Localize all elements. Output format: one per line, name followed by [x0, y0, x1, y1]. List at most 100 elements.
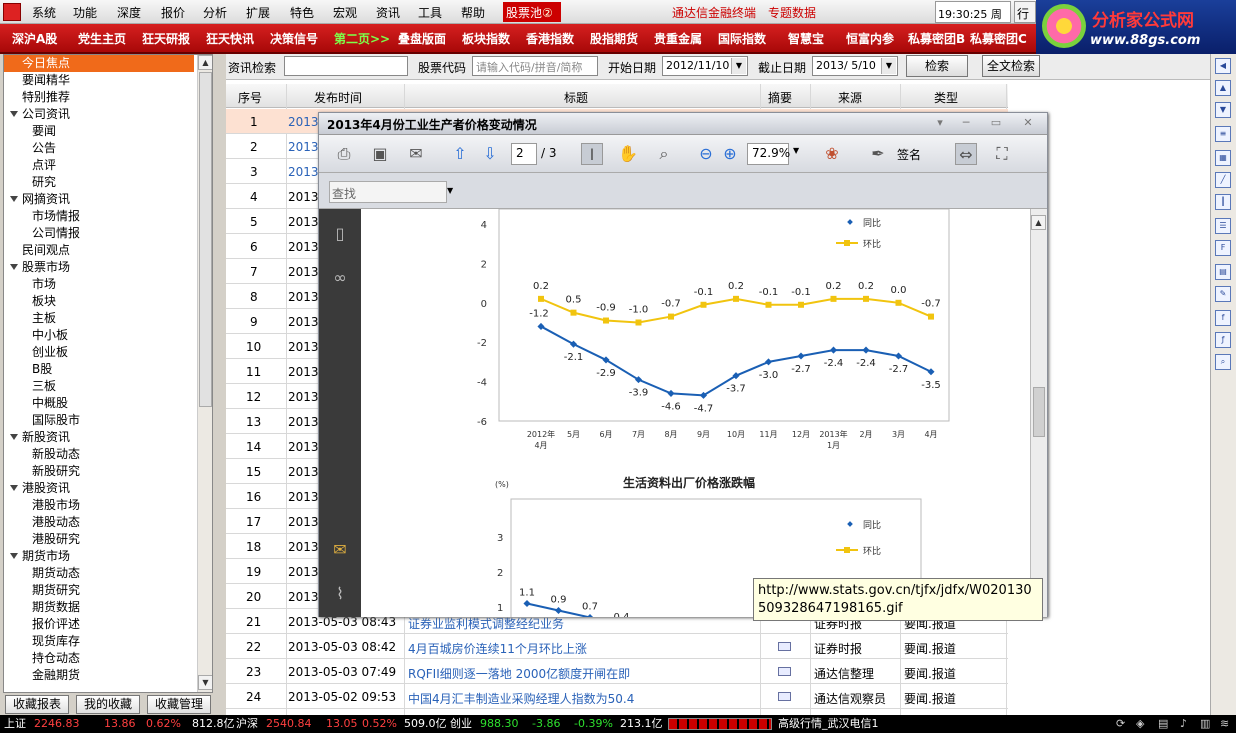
- my-fav-button[interactable]: 我的收藏: [76, 695, 140, 714]
- expand-arrow-icon[interactable]: [10, 553, 18, 559]
- arrow-up-icon[interactable]: ▲: [1215, 80, 1231, 96]
- mail-icon[interactable]: [778, 642, 791, 651]
- nav-item[interactable]: 叠盘版面: [398, 30, 446, 47]
- nav-item[interactable]: 狂天研报: [142, 30, 190, 47]
- print-icon[interactable]: ⎙: [333, 143, 355, 165]
- find-dropdown-icon[interactable]: ▼: [447, 186, 453, 195]
- chart-status-icon[interactable]: ▤: [1158, 715, 1168, 733]
- nav-item[interactable]: 决策信号: [270, 30, 318, 47]
- stock-pool-menu[interactable]: 股票池②: [503, 2, 561, 22]
- report-icon[interactable]: ≡: [1215, 126, 1231, 142]
- formula-icon[interactable]: f: [1215, 310, 1231, 326]
- nav-item[interactable]: 狂天快讯: [206, 30, 254, 47]
- menu-item[interactable]: 扩展: [246, 4, 270, 21]
- menu-item[interactable]: 分析: [203, 4, 227, 21]
- menu-item[interactable]: 功能: [73, 4, 97, 21]
- expand-arrow-icon[interactable]: [10, 264, 18, 270]
- cell-title[interactable]: 证券业监利模式调整经纪业务: [408, 615, 564, 632]
- minimize-icon[interactable]: ─: [957, 116, 975, 131]
- binoculars-icon[interactable]: ∞: [329, 267, 351, 289]
- connect-icon[interactable]: ▥: [1200, 715, 1210, 733]
- sign-menu[interactable]: 签名: [897, 146, 921, 163]
- nav-item[interactable]: 深沪A股: [12, 30, 57, 47]
- table-row[interactable]: 22 2013-05-03 08:42 4月百城房价连续11个月环比上涨 证券时报 要闻…: [226, 634, 1008, 659]
- nav-item[interactable]: 第二页>>: [334, 30, 390, 47]
- cell-time[interactable]: 2013: [288, 140, 319, 154]
- nav-item[interactable]: 股指期货: [590, 30, 638, 47]
- special-data-link[interactable]: 专题数据: [768, 4, 816, 21]
- comments-icon[interactable]: ✉: [329, 539, 351, 561]
- notes-icon[interactable]: ✎: [1215, 286, 1231, 302]
- attachment-icon[interactable]: ⌇: [329, 583, 351, 605]
- mail-icon[interactable]: [778, 692, 791, 701]
- cell-time[interactable]: 2013: [288, 165, 319, 179]
- hand-icon[interactable]: ✋: [617, 143, 639, 165]
- table-icon[interactable]: ▦: [1215, 150, 1231, 166]
- save-icon[interactable]: ▣: [369, 143, 391, 165]
- function-icon[interactable]: ƒ: [1215, 332, 1231, 348]
- sign-pen-icon[interactable]: ✒: [867, 143, 889, 165]
- search-button[interactable]: 检索: [906, 55, 968, 77]
- menu-item[interactable]: 工具: [418, 4, 442, 21]
- zoom-level-input[interactable]: 72.9%: [747, 143, 790, 165]
- fav-report-button[interactable]: 收藏报表: [5, 695, 69, 714]
- stock-code-input[interactable]: 请输入代码/拼音/简称: [472, 56, 598, 76]
- nav-item[interactable]: 智慧宝: [788, 30, 824, 47]
- scroll-thumb[interactable]: [199, 72, 212, 407]
- expand-arrow-icon[interactable]: [10, 485, 18, 491]
- next-page-icon[interactable]: ⇩: [479, 143, 501, 165]
- table-row[interactable]: 23 2013-05-03 07:49 RQFII细则逐一落地 2000亿额度开闸在…: [226, 659, 1008, 684]
- nav-item[interactable]: 党生主页: [78, 30, 126, 47]
- arrow-down-icon[interactable]: ▼: [1215, 102, 1231, 118]
- scroll-up-icon[interactable]: ▲: [198, 55, 212, 70]
- nav-item[interactable]: 贵重金属: [654, 30, 702, 47]
- menu-item[interactable]: 宏观: [333, 4, 357, 21]
- news-search-input[interactable]: [284, 56, 408, 76]
- scroll-thumb[interactable]: [1033, 387, 1045, 437]
- cell-title[interactable]: 4月百城房价连续11个月环比上涨: [408, 640, 587, 657]
- col-title[interactable]: 标题: [564, 89, 588, 106]
- pdf-scrollbar[interactable]: ▲: [1030, 209, 1047, 617]
- cell-title[interactable]: RQFII细则逐一落地 2000亿额度开闸在即: [408, 665, 630, 682]
- email-icon[interactable]: ✉: [405, 143, 427, 165]
- end-date-picker[interactable]: 2013/ 5/10 ▼: [812, 56, 898, 76]
- brand-banner[interactable]: 分析家公式网 www.88gs.com: [1036, 0, 1236, 54]
- fulltext-search-button[interactable]: 全文检索: [982, 55, 1040, 77]
- zoom-in-icon[interactable]: ⊕: [719, 143, 741, 165]
- col-time[interactable]: 发布时间: [314, 89, 362, 106]
- col-summary[interactable]: 摘要: [768, 89, 792, 106]
- pdf-window-title[interactable]: 2013年4月份工业生产者价格变动情况 ▾ ─ ▭ ✕: [319, 113, 1047, 135]
- nav-item[interactable]: 私募密团C: [970, 30, 1027, 47]
- menu-item[interactable]: 特色: [290, 4, 314, 21]
- kline-icon[interactable]: ┃: [1215, 194, 1231, 210]
- expand-arrow-icon[interactable]: [10, 111, 18, 117]
- table-row[interactable]: 24 2013-05-02 09:53 中国4月汇丰制造业采购经理人指数为50.4 通…: [226, 684, 1008, 709]
- expand-arrow-icon[interactable]: [10, 196, 18, 202]
- nav-item[interactable]: 板块指数: [462, 30, 510, 47]
- pages-icon[interactable]: ▯: [329, 223, 351, 245]
- menu-item[interactable]: 报价: [161, 4, 185, 21]
- finance-icon[interactable]: F: [1215, 240, 1231, 256]
- start-date-picker[interactable]: 2012/11/10 ▼: [662, 56, 748, 76]
- line-chart-icon[interactable]: ╱: [1215, 172, 1231, 188]
- menu-item[interactable]: 深度: [117, 4, 141, 21]
- find-input[interactable]: 查找: [329, 181, 447, 203]
- menu-item[interactable]: 帮助: [461, 4, 485, 21]
- nav-item[interactable]: 国际指数: [718, 30, 766, 47]
- list-icon[interactable]: ☰: [1215, 218, 1231, 234]
- quote-button[interactable]: 行: [1014, 1, 1036, 23]
- zoom-dropdown-icon[interactable]: ▼: [793, 146, 799, 155]
- col-source[interactable]: 来源: [838, 89, 862, 106]
- fav-manage-button[interactable]: 收藏管理: [147, 695, 211, 714]
- mail-icon[interactable]: [778, 667, 791, 676]
- shirt-icon[interactable]: ▾: [931, 116, 949, 131]
- col-no[interactable]: 序号: [238, 89, 262, 106]
- server-name[interactable]: 高级行情_武汉电信1: [778, 715, 879, 733]
- sidebar-scrollbar[interactable]: ▲ ▼: [197, 55, 212, 692]
- dropdown-arrow-icon[interactable]: ▼: [731, 58, 746, 74]
- dropdown-arrow-icon[interactable]: ▼: [881, 58, 896, 74]
- close-icon[interactable]: ✕: [1019, 116, 1037, 131]
- select-cursor-icon[interactable]: I: [581, 143, 603, 165]
- document-icon[interactable]: ▤: [1215, 264, 1231, 280]
- prev-page-icon[interactable]: ⇧: [449, 143, 471, 165]
